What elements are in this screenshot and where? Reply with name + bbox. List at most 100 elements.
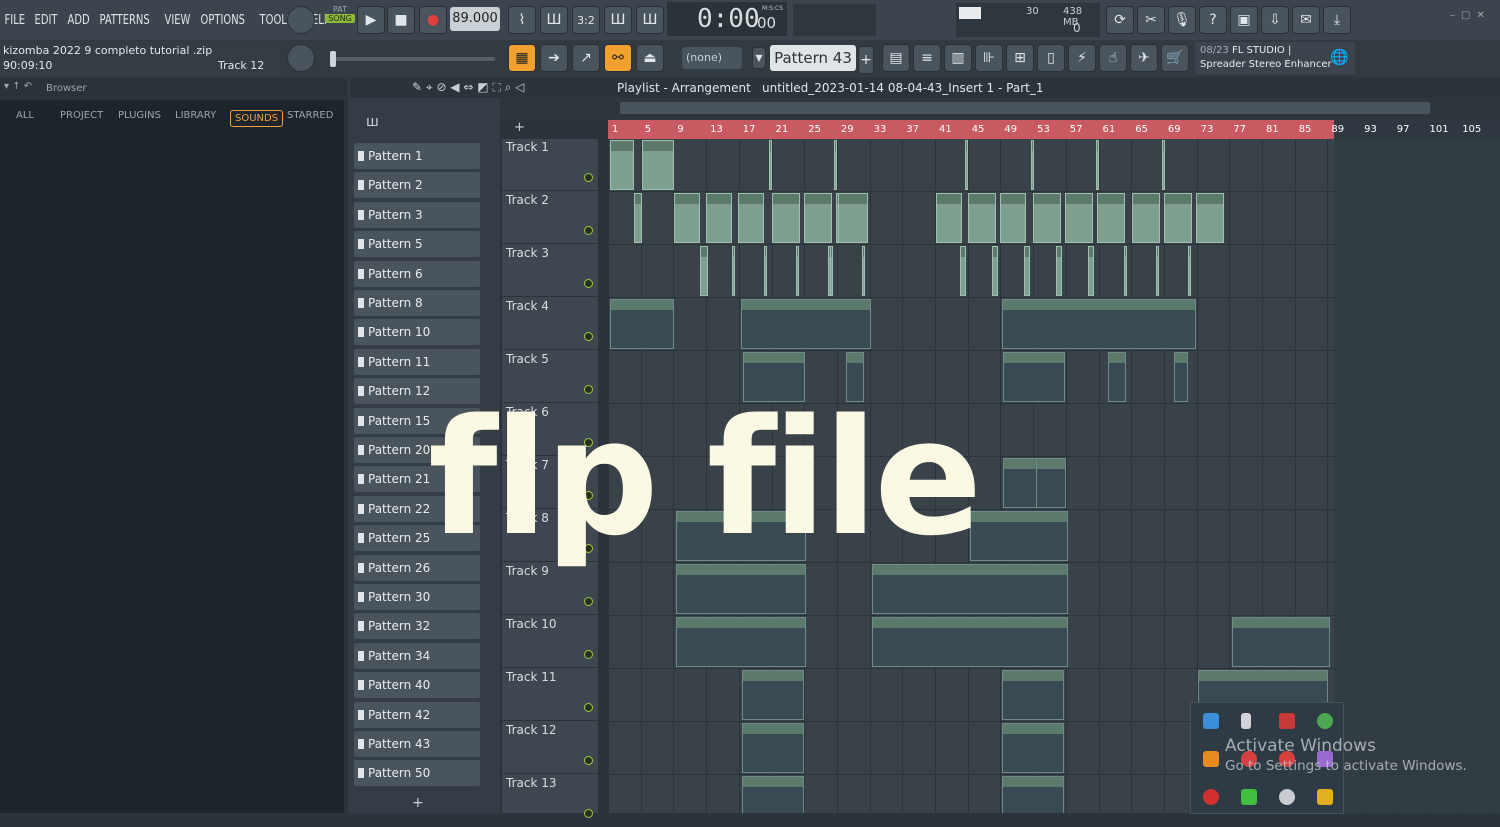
battery-icon[interactable]	[1241, 789, 1257, 805]
mixer-icon[interactable]: ⊪	[975, 44, 1003, 72]
chat-icon[interactable]: ✉	[1292, 6, 1320, 34]
plugin-db-icon[interactable]: ⚡	[1068, 44, 1096, 72]
track-header[interactable]: Track 1	[502, 139, 598, 191]
track-mute-led[interactable]	[584, 703, 593, 712]
pat-song-toggle[interactable]: PAT SONG	[325, 5, 355, 33]
download-icon[interactable]: ⤓	[1323, 6, 1351, 34]
playlist-arrangement[interactable]: untitled_2023-01-14 08-04-43_Insert 1 - …	[762, 81, 1043, 95]
pattern-item[interactable]: Pattern 40	[354, 672, 480, 699]
playlist-clip[interactable]	[872, 617, 1068, 667]
pattern-item[interactable]: Pattern 50	[354, 760, 480, 787]
playlist-clip[interactable]	[772, 193, 800, 243]
add-pattern-button[interactable]: +	[858, 46, 874, 74]
playlist-scrollbar[interactable]	[620, 102, 1430, 114]
shield-icon[interactable]	[1279, 713, 1295, 729]
playlist-clip[interactable]	[1132, 193, 1160, 243]
playlist-clip[interactable]	[676, 617, 806, 667]
playlist-clip[interactable]	[838, 193, 868, 243]
menu-item[interactable]: FILE	[2, 13, 28, 28]
touch-icon[interactable]: ☝	[1099, 44, 1127, 72]
pattern-item[interactable]: Pattern 8	[354, 290, 480, 316]
menu-item[interactable]: ADD	[65, 13, 92, 28]
playlist-clip[interactable]	[642, 140, 674, 190]
stamp-icon[interactable]: ⏏	[636, 44, 664, 72]
antivirus-icon[interactable]	[1203, 789, 1219, 805]
menu-item[interactable]: VIEW	[162, 13, 193, 28]
playlist-clip[interactable]	[674, 193, 700, 243]
pattern-item[interactable]: Pattern 3	[354, 201, 480, 228]
track-mute-led[interactable]	[584, 597, 593, 606]
playlist-clip[interactable]	[741, 299, 871, 349]
track-header[interactable]: Track 2	[502, 192, 598, 244]
main-slider[interactable]	[330, 51, 495, 67]
playlist-tools-icon[interactable]: ✎ ⌖ ⊘ ◀ ⇔ ◩ ⛶ ⌕ ◁	[412, 80, 524, 95]
pattern-item[interactable]: Pattern 30	[354, 584, 480, 610]
playlist-clip[interactable]	[1188, 246, 1191, 296]
vlc-icon[interactable]	[1203, 751, 1219, 767]
close-icon[interactable]: ✕	[1476, 10, 1490, 21]
playlist-clip[interactable]	[830, 246, 833, 296]
pattern-selector[interactable]: Pattern 43	[770, 45, 856, 71]
piano-roll-icon[interactable]: ▥	[944, 44, 972, 72]
browser-tab[interactable]: PLUGINS	[118, 110, 161, 121]
playlist-clip[interactable]	[834, 140, 837, 190]
playlist-clip[interactable]	[1000, 193, 1026, 243]
playlist-clip[interactable]	[1033, 193, 1061, 243]
pattern-item[interactable]: Pattern 2	[354, 172, 480, 199]
track-mute-led[interactable]	[584, 809, 593, 818]
track-header[interactable]: Track 12	[502, 722, 598, 774]
pattern-item[interactable]: Pattern 1	[354, 143, 480, 169]
playlist-clip[interactable]	[968, 193, 996, 243]
track-header[interactable]: Track 3	[502, 245, 598, 297]
playlist-clip[interactable]	[742, 670, 804, 720]
channel-rack-icon[interactable]: ≡	[913, 44, 941, 72]
playlist-clip[interactable]	[1024, 246, 1030, 296]
playlist-clip[interactable]	[1164, 193, 1192, 243]
playlist-clip[interactable]	[804, 193, 832, 243]
menu-item[interactable]: EDIT	[32, 13, 60, 28]
master-pitch-knob[interactable]	[287, 44, 315, 72]
pattern-item[interactable]: Pattern 5	[354, 231, 480, 258]
piano-icon[interactable]: ш	[366, 114, 379, 130]
playlist-clip[interactable]	[1162, 140, 1165, 190]
slider-handle[interactable]	[330, 51, 336, 67]
countdown-icon[interactable]: 3:2	[572, 6, 600, 34]
plugin-picker-icon[interactable]: ▯	[1037, 44, 1065, 72]
security-icon[interactable]	[1279, 789, 1295, 805]
playlist-toggle-icon[interactable]: ▦	[508, 44, 536, 72]
step-icon[interactable]: ↗	[572, 44, 600, 72]
playlist-clip[interactable]	[1056, 246, 1062, 296]
playlist-clip[interactable]	[700, 246, 708, 296]
pattern-item[interactable]: Pattern 32	[354, 613, 480, 640]
usb-icon[interactable]	[1241, 713, 1251, 729]
track-mute-led[interactable]	[584, 332, 593, 341]
menu-item[interactable]: OPTIONS	[198, 13, 247, 28]
add-pattern-plus[interactable]: +	[412, 795, 424, 811]
link-icon[interactable]: ⚯	[604, 44, 632, 72]
pattern-item[interactable]: Pattern 42	[354, 701, 480, 728]
browser-tab[interactable]: SOUNDS	[230, 110, 284, 127]
track-mute-led[interactable]	[584, 650, 593, 659]
pattern-dropdown[interactable]: ▾	[752, 47, 766, 69]
perf-meter[interactable]: 30 438 MB 0	[956, 3, 1100, 37]
playlist-clip[interactable]	[965, 140, 968, 190]
menu-item[interactable]: PATTERNS	[97, 13, 152, 28]
playlist-clip[interactable]	[1036, 458, 1066, 508]
playlist-clip[interactable]	[1002, 670, 1064, 720]
add-track-icon[interactable]: +	[514, 120, 525, 135]
browser-icon[interactable]: ⊞	[1006, 44, 1034, 72]
playlist-clip[interactable]	[862, 246, 865, 296]
playlist-clip[interactable]	[769, 140, 772, 190]
help-icon[interactable]: ?	[1199, 6, 1227, 34]
stop-button[interactable]: ■	[387, 6, 415, 34]
playlist-clip[interactable]	[1196, 193, 1224, 243]
record-button[interactable]: ●	[419, 6, 447, 34]
playlist-clip[interactable]	[732, 246, 735, 296]
snap-select[interactable]: (none)	[682, 47, 742, 69]
track-mute-led[interactable]	[584, 226, 593, 235]
shop-icon[interactable]: 🛒	[1161, 44, 1189, 72]
restore-icon[interactable]: ▢	[1461, 10, 1476, 21]
pattern-item[interactable]: Pattern 6	[354, 260, 480, 287]
microphone-icon[interactable]: 🎙	[1168, 6, 1196, 34]
track-mute-led[interactable]	[584, 756, 593, 765]
